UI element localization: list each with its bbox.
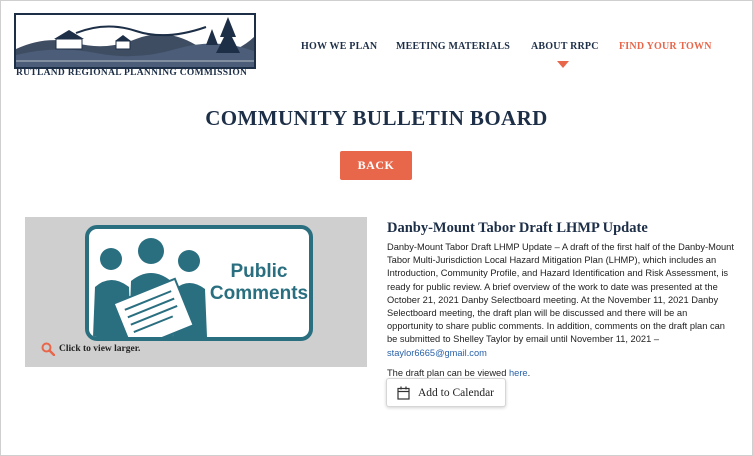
article-title: Danby-Mount Tabor Draft LHMP Update [387,220,648,236]
active-nav-caret-icon [557,61,569,68]
org-name: RUTLAND REGIONAL PLANNING COMMISSION [16,68,248,78]
graphic-caption: Public Comments [209,261,309,304]
nav-find-your-town[interactable]: FIND YOUR TOWN [619,41,712,52]
email-link[interactable]: staylor6665@gmail.com [387,348,487,358]
main-nav: HOW WE PLAN MEETING MATERIALS ABOUT RRPC… [0,41,753,61]
bulletin-article: Danby-Mount Tabor Draft LHMP Update Danb… [387,220,735,380]
public-comments-graphic: Public Comments [85,225,313,341]
zoom-caption[interactable]: Click to view larger. [41,342,140,356]
page-title: COMMUNITY BULLETIN BOARD [205,106,548,130]
nav-about-rrpc[interactable]: ABOUT RRPC [531,41,599,52]
add-to-calendar-button[interactable]: Add to Calendar [386,378,506,407]
zoom-caption-text: Click to view larger. [59,344,141,354]
calendar-icon [397,386,410,400]
back-button[interactable]: BACK [340,151,412,180]
article-body: Danby-Mount Tabor Draft LHMP Update – A … [387,242,734,358]
image-panel[interactable]: Public Comments Click to view larger. [25,217,367,367]
draft-plan-link[interactable]: here [509,368,528,378]
nav-how-we-plan[interactable]: HOW WE PLAN [301,41,377,52]
magnifier-icon [41,342,55,356]
nav-meeting-materials[interactable]: MEETING MATERIALS [396,41,510,52]
add-to-calendar-label: Add to Calendar [418,386,495,399]
